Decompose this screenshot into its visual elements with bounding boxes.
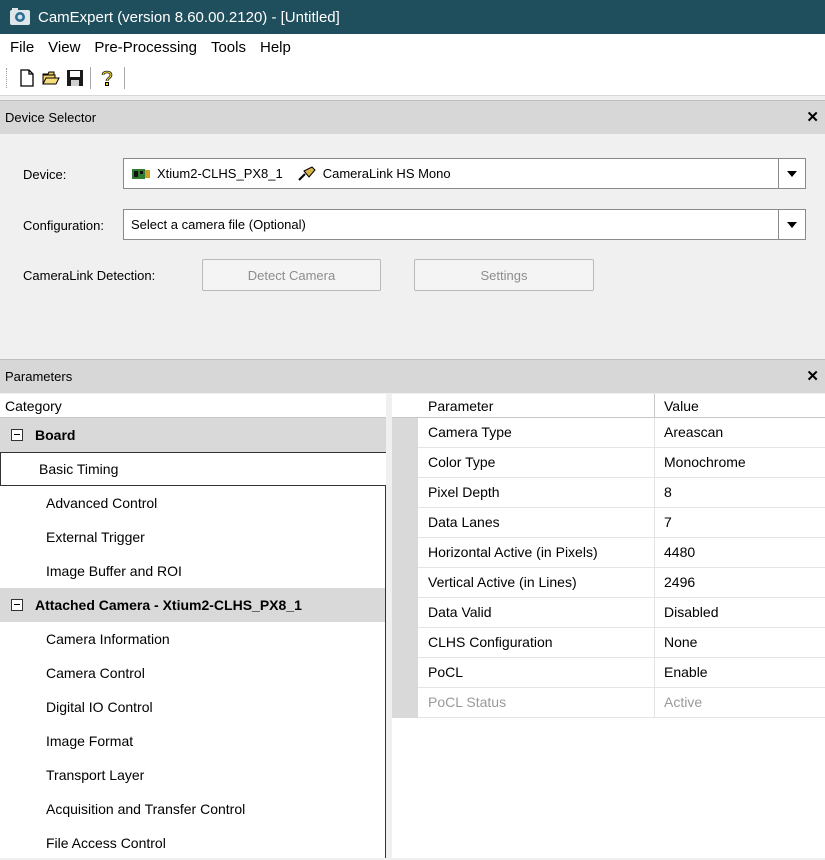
device-label: Device: (23, 167, 67, 182)
category-group-label: Board (35, 427, 76, 443)
category-tree: Board Basic Timing Advanced Control Exte… (0, 418, 386, 858)
parameter-name: Data Valid (428, 604, 492, 620)
category-item-acquisition-transfer-control[interactable]: Acquisition and Transfer Control (0, 792, 386, 826)
device-dropdown[interactable]: Xtium2-CLHS_PX8_1 CameraLink HS Mono (123, 158, 806, 189)
parameter-value[interactable]: 7 (664, 514, 672, 530)
category-item-external-trigger[interactable]: External Trigger (0, 520, 386, 554)
window-title: CamExpert (version 8.60.00.2120) - [Unti… (38, 8, 340, 26)
category-item-camera-information[interactable]: Camera Information (0, 622, 386, 656)
parameter-name: Color Type (428, 454, 496, 470)
device-selector-header: Device Selector ✕ (0, 100, 825, 134)
parameter-row[interactable]: CLHS Configuration None (418, 628, 825, 658)
device-name: Xtium2-CLHS_PX8_1 (157, 166, 283, 181)
close-icon[interactable]: ✕ (806, 108, 819, 126)
close-icon[interactable]: ✕ (806, 367, 819, 385)
toolbar-separator (90, 67, 91, 89)
parameter-value[interactable]: None (664, 634, 697, 650)
save-icon[interactable] (66, 69, 84, 87)
parameter-column-header[interactable]: Parameter (418, 394, 655, 418)
parameter-grid-gutter (392, 418, 418, 718)
value-column-header[interactable]: Value (655, 394, 825, 418)
cameralink-detection-label: CameraLink Detection: (23, 268, 156, 283)
category-group-attached-camera[interactable]: Attached Camera - Xtium2-CLHS_PX8_1 (0, 588, 386, 622)
parameter-name: Horizontal Active (in Pixels) (428, 544, 598, 560)
parameters-header: Parameters ✕ (0, 359, 825, 393)
menu-tools[interactable]: Tools (204, 39, 253, 56)
category-item-camera-control[interactable]: Camera Control (0, 656, 386, 690)
parameter-name: PoCL Status (428, 694, 507, 710)
camexpert-app-icon (10, 8, 30, 25)
parameter-value[interactable]: 2496 (664, 574, 695, 590)
new-file-icon[interactable] (18, 69, 36, 87)
category-item-digital-io-control[interactable]: Digital IO Control (0, 690, 386, 724)
help-icon[interactable] (98, 69, 116, 87)
toolbar (0, 61, 825, 96)
parameter-value: Active (664, 694, 703, 710)
toolbar-grip[interactable] (6, 68, 9, 88)
category-item-advanced-control[interactable]: Advanced Control (0, 486, 386, 520)
collapse-icon[interactable] (11, 599, 23, 611)
category-item-image-buffer-roi[interactable]: Image Buffer and ROI (0, 554, 386, 588)
chevron-down-icon[interactable] (778, 210, 805, 239)
parameters-panel: Category Parameter Value Board Basic Tim… (0, 394, 825, 858)
parameter-row[interactable]: Data Lanes 7 (418, 508, 825, 538)
parameter-row[interactable]: Camera Type Areascan (418, 418, 825, 448)
parameter-name: Pixel Depth (428, 484, 500, 500)
menu-view[interactable]: View (41, 39, 87, 56)
parameter-row[interactable]: Pixel Depth 8 (418, 478, 825, 508)
configuration-dropdown[interactable]: Select a camera file (Optional) (123, 209, 806, 240)
menu-file[interactable]: File (0, 39, 41, 56)
parameter-name: Data Lanes (428, 514, 500, 530)
parameter-row[interactable]: PoCL Enable (418, 658, 825, 688)
parameter-name: CLHS Configuration (428, 634, 553, 650)
detect-camera-button[interactable]: Detect Camera (202, 259, 381, 291)
parameter-value[interactable]: Monochrome (664, 454, 746, 470)
parameter-value[interactable]: 8 (664, 484, 672, 500)
parameter-row[interactable]: Data Valid Disabled (418, 598, 825, 628)
parameters-title: Parameters (5, 369, 73, 384)
toolbar-separator (124, 67, 125, 89)
device-interface: CameraLink HS Mono (322, 166, 451, 181)
settings-button[interactable]: Settings (414, 259, 594, 291)
parameter-value[interactable]: Enable (664, 664, 708, 680)
open-folder-icon[interactable] (42, 69, 60, 87)
menu-help[interactable]: Help (253, 39, 298, 56)
parameter-value[interactable]: Areascan (664, 424, 723, 440)
configuration-label: Configuration: (23, 218, 104, 233)
parameter-name: Vertical Active (in Lines) (428, 574, 577, 590)
column-header-spacer (392, 394, 418, 418)
parameter-value[interactable]: Disabled (664, 604, 718, 620)
parameter-row[interactable]: Vertical Active (in Lines) 2496 (418, 568, 825, 598)
category-group-board[interactable]: Board (0, 418, 386, 452)
cable-icon (298, 165, 316, 181)
menu-bar: File View Pre-Processing Tools Help (0, 34, 825, 61)
category-column-header[interactable]: Category (0, 394, 386, 418)
parameter-row: PoCL Status Active (418, 688, 825, 718)
category-item-file-access-control[interactable]: File Access Control (0, 826, 386, 860)
parameter-value[interactable]: 4480 (664, 544, 695, 560)
category-item-transport-layer[interactable]: Transport Layer (0, 758, 386, 792)
title-bar: CamExpert (version 8.60.00.2120) - [Unti… (0, 0, 825, 34)
configuration-value: Select a camera file (Optional) (131, 217, 306, 232)
parameter-name: Camera Type (428, 424, 512, 440)
category-item-image-format[interactable]: Image Format (0, 724, 386, 758)
parameter-row[interactable]: Horizontal Active (in Pixels) 4480 (418, 538, 825, 568)
parameter-name: PoCL (428, 664, 464, 680)
category-group-label: Attached Camera - Xtium2-CLHS_PX8_1 (35, 597, 302, 613)
frame-grabber-icon (132, 168, 150, 179)
chevron-down-icon[interactable] (778, 159, 805, 188)
collapse-icon[interactable] (11, 429, 23, 441)
parameter-row[interactable]: Color Type Monochrome (418, 448, 825, 478)
menu-pre-processing[interactable]: Pre-Processing (87, 39, 204, 56)
category-item-basic-timing[interactable]: Basic Timing (0, 452, 386, 486)
device-selector-title: Device Selector (5, 110, 97, 125)
